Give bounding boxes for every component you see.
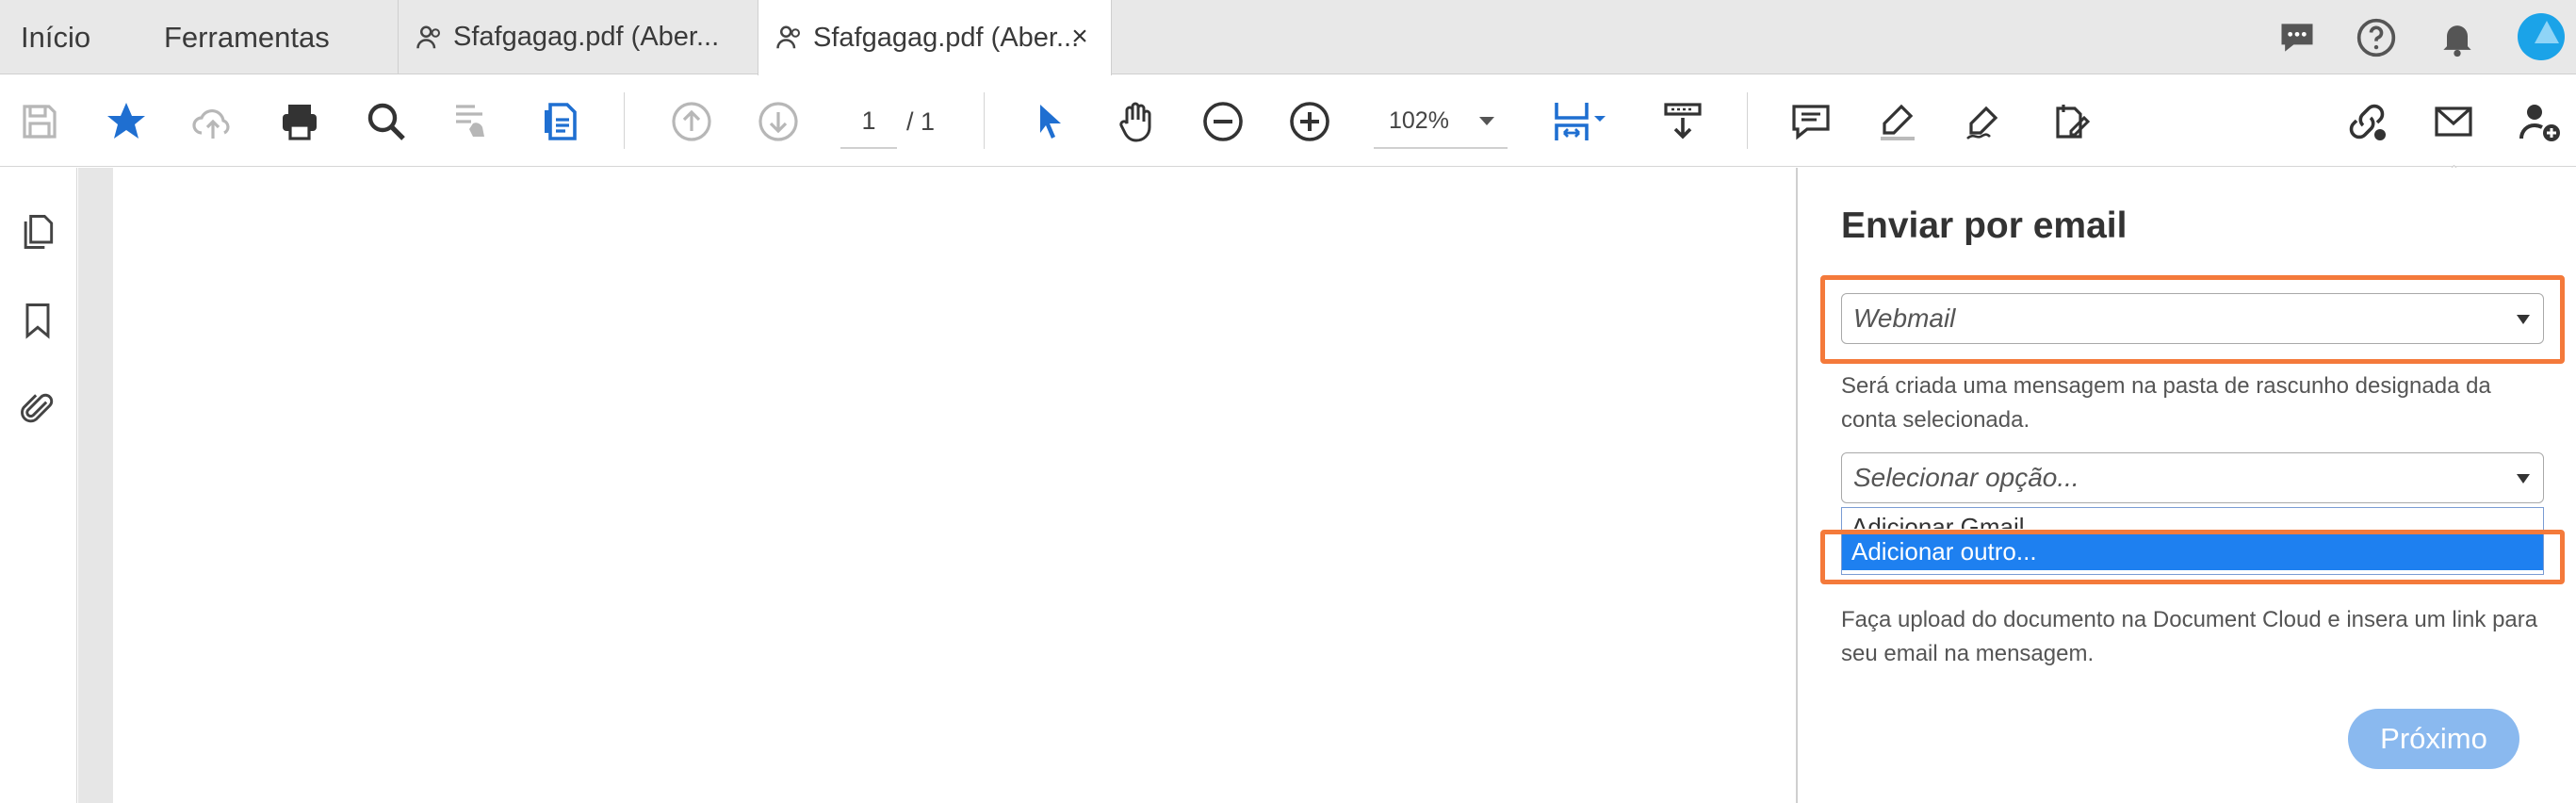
email-panel: Enviar por email Webmail Será criada uma…: [1796, 168, 2576, 803]
document-canvas[interactable]: [113, 168, 1796, 803]
avatar[interactable]: [2518, 13, 2565, 60]
next-page-icon[interactable]: [750, 94, 807, 149]
zoom-level-select[interactable]: 102%: [1374, 94, 1508, 149]
toolbar-divider: [624, 92, 625, 149]
toolbar-divider: [984, 92, 985, 149]
shared-user-icon: [416, 25, 440, 48]
cloud-help-text: Faça upload do documento na Document Clo…: [1841, 607, 2538, 666]
tab-document-1[interactable]: Sfafgagag.pdf (Aber...: [398, 0, 758, 74]
notifications-icon[interactable]: [2431, 11, 2484, 64]
bookmark-icon[interactable]: [13, 296, 62, 345]
fill-sign-icon[interactable]: [2043, 94, 2099, 149]
panel-title: Enviar por email: [1841, 205, 2128, 246]
tab-document-2-label: Sfafgagag.pdf (Aber...: [813, 22, 1080, 53]
zoom-out-icon[interactable]: [1195, 94, 1251, 149]
tab-home-label: Início: [21, 20, 91, 54]
cloud-upload-icon[interactable]: [185, 94, 241, 149]
print-icon[interactable]: [271, 94, 328, 149]
help-icon[interactable]: [2350, 11, 2403, 64]
highlight-frame: [1820, 275, 2565, 364]
account-select-value: Selecionar opção...: [1853, 463, 2079, 492]
option-add-gmail[interactable]: Adicionar Gmail: [1842, 508, 2543, 529]
zoom-in-icon[interactable]: [1281, 94, 1338, 149]
previous-page-icon[interactable]: [663, 94, 720, 149]
shared-user-icon: [776, 25, 800, 49]
tab-home[interactable]: Início: [21, 0, 90, 74]
save-icon[interactable]: [11, 94, 68, 149]
bookmark-star-icon[interactable]: [98, 94, 155, 149]
pages-icon[interactable]: [13, 207, 62, 256]
account-select[interactable]: Selecionar opção...: [1841, 452, 2544, 503]
highlight-frame: [1820, 530, 2565, 584]
tab-tools[interactable]: Ferramentas: [164, 0, 330, 74]
highlight-icon[interactable]: [1869, 94, 1926, 149]
comments-icon[interactable]: [2271, 11, 2323, 64]
comment-icon[interactable]: [1783, 94, 1839, 149]
scroll-mode-icon[interactable]: [1655, 94, 1711, 149]
next-button[interactable]: Próximo: [2348, 709, 2519, 769]
toolbar-divider: [1747, 92, 1748, 149]
dropdown-arrow-icon: [2517, 474, 2530, 483]
add-user-icon[interactable]: [2512, 94, 2568, 149]
page-number-input[interactable]: 1: [840, 94, 897, 149]
email-icon[interactable]: [2425, 94, 2482, 149]
sign-icon[interactable]: [1956, 94, 2013, 149]
hand-tool-icon[interactable]: [1108, 94, 1165, 149]
provider-help-text: Será criada uma mensagem na pasta de ras…: [1841, 373, 2491, 433]
tab-document-1-label: Sfafgagag.pdf (Aber...: [453, 22, 720, 52]
chevron-down-icon: [1479, 117, 1494, 125]
attachment-icon[interactable]: [13, 385, 62, 434]
search-icon[interactable]: [358, 94, 415, 149]
fit-page-icon[interactable]: [1541, 94, 1617, 149]
tab-tools-label: Ferramentas: [164, 20, 330, 54]
tab-bar: Início Ferramentas Sfafgagag.pdf (Aber..…: [0, 0, 2576, 75]
toolbar: 1 / 1 102%: [0, 75, 2576, 167]
tab-document-2[interactable]: Sfafgagag.pdf (Aber... ×: [758, 0, 1112, 75]
zoom-level-value: 102%: [1389, 107, 1449, 134]
share-link-icon[interactable]: [2339, 94, 2395, 149]
export-pdf-icon[interactable]: [533, 94, 590, 149]
read-mode-icon[interactable]: [445, 94, 501, 149]
document-gutter: [78, 168, 113, 803]
left-navigation-rail: [0, 168, 77, 803]
close-tab-icon[interactable]: ×: [1064, 21, 1096, 53]
page-total: / 1: [906, 107, 936, 136]
select-cursor-icon[interactable]: [1021, 94, 1078, 149]
